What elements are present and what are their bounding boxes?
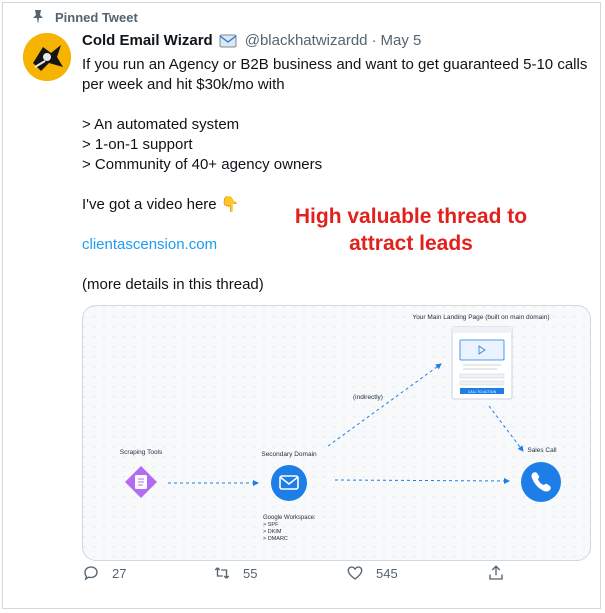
heart-icon [347,566,363,580]
landing-page-title: Your Main Landing Page (built on main do… [412,314,549,321]
envelope-badge-icon [219,34,237,47]
share-icon [489,565,503,580]
phone-icon [521,462,561,502]
cta-label: CALL TO ACTION [468,390,497,394]
annotation-line: High valuable thread to [294,205,528,228]
mail-icon [271,465,307,501]
workspace-title: Google Workspace: [263,515,316,521]
reply-icon [84,566,98,581]
share-button[interactable] [487,564,505,582]
tweet-card[interactable]: Pinned Tweet Cold Email Wizard @blackhat… [2,2,601,609]
pin-icon [33,10,43,24]
annotation-overlay: High valuable thread to attract leads [271,203,551,257]
tweet-line: If you run an Agency or B2B business and… [82,56,588,93]
retweet-button[interactable]: 55 [213,564,257,582]
landing-page-mockup [451,326,513,400]
workspace-item: > DMARC [263,536,288,542]
pinned-label-text: Pinned Tweet [55,10,138,25]
indirectly-label: (indirectly) [353,394,383,401]
retweet-icon [214,567,230,579]
annotation-line: attract leads [349,232,473,255]
tweet-bullet: > 1-on-1 support [82,136,193,153]
sales-call-label: Sales Call [527,447,557,454]
avatar[interactable] [23,33,71,81]
tweet-text: If you run an Agency or B2B business and… [82,55,592,295]
tweet-header: Cold Email Wizard @blackhatwizardd · May… [82,32,421,49]
retweet-count: 55 [243,565,258,581]
tweet-media-image[interactable]: Your Main Landing Page (built on main do… [82,305,591,561]
secondary-domain-label: Secondary Domain [261,451,317,458]
separator-dot: · [371,32,377,49]
reply-button[interactable]: 27 [82,564,126,582]
author-handle[interactable]: @blackhatwizardd [245,32,368,49]
workspace-item: > SPF [263,522,279,528]
wizard-avatar-icon [23,33,71,81]
like-count: 545 [376,565,398,581]
reply-count: 27 [112,565,127,581]
tweet-more: (more details in this thread) [82,276,264,293]
tweet-bullet: > Community of 40+ agency owners [82,156,323,173]
tweet-bullet: > An automated system [82,116,240,133]
workspace-item: > DKIM [263,529,282,535]
tweet-date[interactable]: May 5 [381,32,422,49]
scraping-tools-label: Scraping Tools [120,449,163,456]
pinned-tweet-label: Pinned Tweet [33,10,138,25]
like-button[interactable]: 545 [346,564,398,582]
funnel-diagram: Your Main Landing Page (built on main do… [83,306,590,560]
author-name[interactable]: Cold Email Wizard [82,32,213,49]
